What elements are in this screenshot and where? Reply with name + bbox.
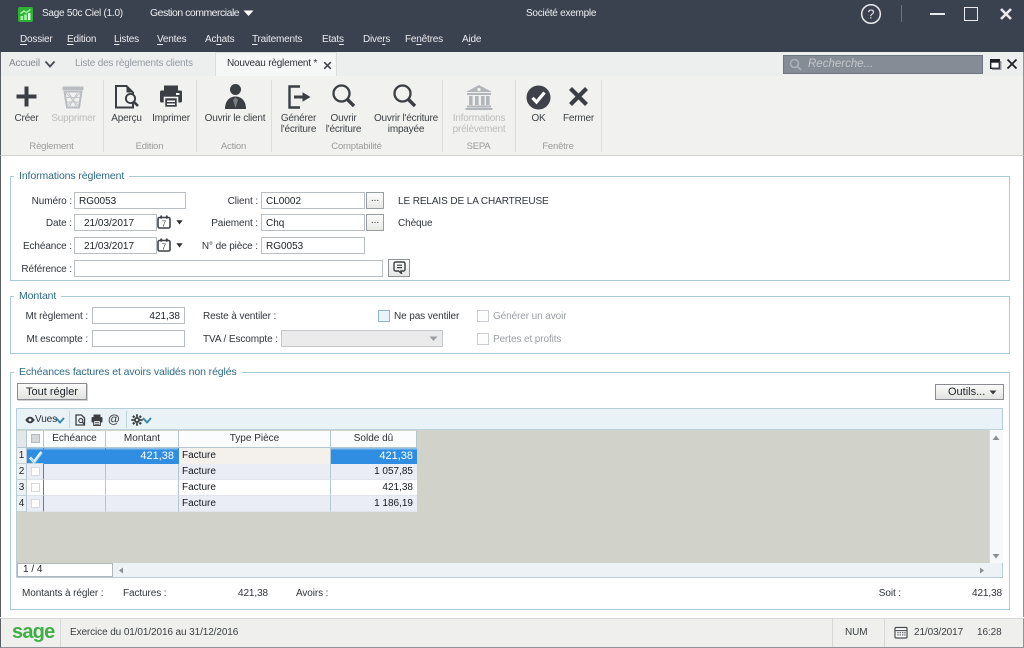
svg-text:7: 7 [162,243,167,252]
svg-text:?: ? [868,8,875,22]
svg-text:7: 7 [162,220,167,229]
